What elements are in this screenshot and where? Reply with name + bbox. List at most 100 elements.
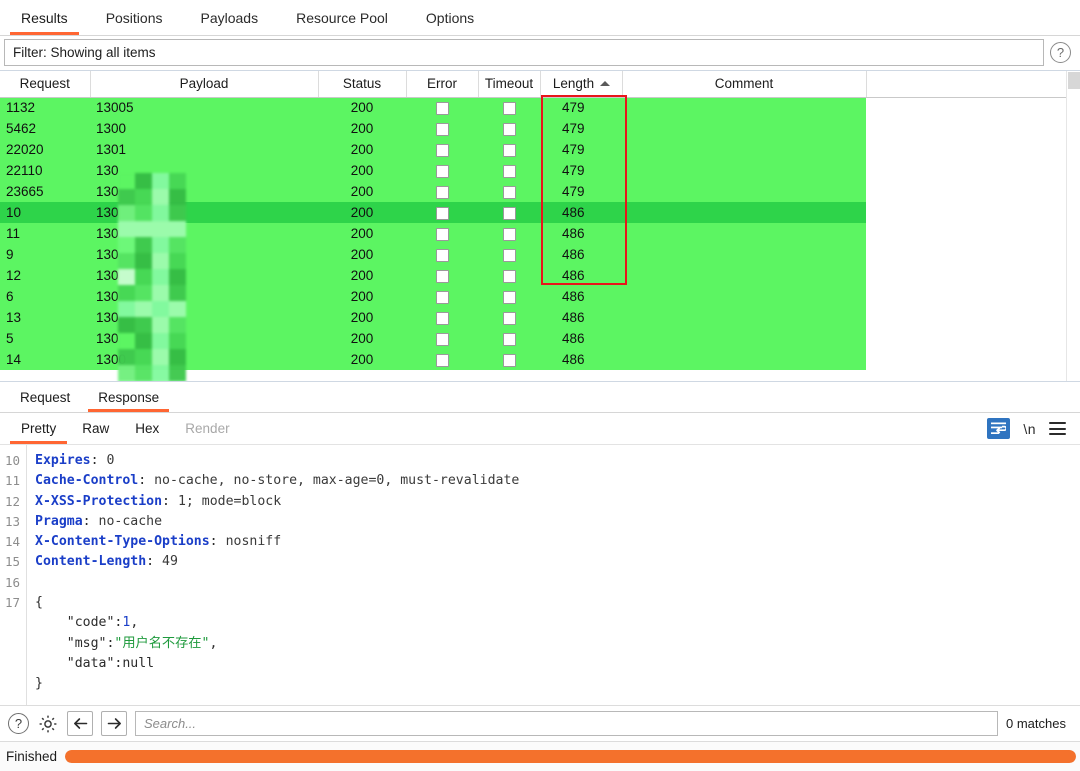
timeout-checkbox[interactable] xyxy=(502,164,516,178)
column-header-filler xyxy=(866,71,1066,98)
table-row[interactable]: 22020 1301 200 479 xyxy=(0,139,1066,160)
view-icon-group: \n xyxy=(987,413,1080,444)
column-header-length[interactable]: Length xyxy=(540,71,623,98)
column-header-timeout[interactable]: Timeout xyxy=(478,71,541,98)
filter-row: Filter: Showing all items ? xyxy=(0,36,1080,70)
tab-payloads[interactable]: Payloads xyxy=(182,0,278,35)
newline-icon[interactable]: \n xyxy=(1023,421,1036,437)
cell-filler xyxy=(866,139,1066,160)
timeout-checkbox[interactable] xyxy=(502,290,516,304)
timeout-checkbox[interactable] xyxy=(502,122,516,136)
tab-resource-pool-label: Resource Pool xyxy=(296,9,388,26)
table-row[interactable]: 5462 1300 200 479 xyxy=(0,118,1066,139)
tab-resource-pool[interactable]: Resource Pool xyxy=(277,0,407,35)
line-number: 13 xyxy=(4,513,20,529)
error-checkbox[interactable] xyxy=(435,332,449,346)
response-body-pane[interactable]: 10 11 12 13 14 15 16 17 Expires: 0 Cache-Control… xyxy=(0,445,1080,705)
error-checkbox[interactable] xyxy=(435,290,449,304)
cell-filler xyxy=(866,307,1066,328)
timeout-checkbox[interactable] xyxy=(502,248,516,262)
error-checkbox[interactable] xyxy=(435,164,449,178)
search-next-button[interactable] xyxy=(101,711,127,736)
column-header-error-label: Error xyxy=(427,76,457,92)
line-number: 11 xyxy=(4,473,20,489)
table-row[interactable]: 11 130 200 486 xyxy=(0,223,1066,244)
cell-request: 5462 xyxy=(0,118,90,139)
table-row[interactable]: 1132 13005 200 479 xyxy=(0,97,1066,118)
timeout-checkbox[interactable] xyxy=(502,185,516,199)
cell-payload: 130 xyxy=(90,181,318,202)
hamburger-menu-icon[interactable] xyxy=(1049,422,1066,435)
tab-hex[interactable]: Hex xyxy=(122,413,172,444)
error-checkbox[interactable] xyxy=(435,143,449,157)
results-table-scrollbar-thumb[interactable] xyxy=(1068,72,1080,89)
timeout-checkbox[interactable] xyxy=(502,227,516,241)
table-row[interactable]: 9 130 200 486 xyxy=(0,244,1066,265)
timeout-checkbox[interactable] xyxy=(502,269,516,283)
cell-comment xyxy=(622,97,866,118)
table-row[interactable]: 14 1300 200 486 xyxy=(0,349,1066,370)
tab-positions[interactable]: Positions xyxy=(87,0,182,35)
cell-status: 200 xyxy=(318,307,406,328)
table-row[interactable]: 23665 130 200 479 xyxy=(0,181,1066,202)
column-header-request[interactable]: Request xyxy=(0,71,91,98)
status-bar: Finished xyxy=(0,741,1080,771)
timeout-checkbox[interactable] xyxy=(502,206,516,220)
error-checkbox[interactable] xyxy=(435,353,449,367)
tab-pretty-label: Pretty xyxy=(21,421,57,436)
timeout-checkbox[interactable] xyxy=(502,332,516,346)
tab-results[interactable]: Results xyxy=(2,0,87,35)
tab-pretty[interactable]: Pretty xyxy=(8,413,69,444)
table-row[interactable]: 10 130 200 486 xyxy=(0,202,1066,223)
cell-status: 200 xyxy=(318,118,406,139)
cell-status: 200 xyxy=(318,97,406,118)
timeout-checkbox[interactable] xyxy=(502,143,516,157)
table-row[interactable]: 5 130 200 486 xyxy=(0,328,1066,349)
word-wrap-icon[interactable] xyxy=(987,418,1011,439)
timeout-checkbox[interactable] xyxy=(502,353,516,367)
attack-progress-bar xyxy=(65,750,1076,763)
error-checkbox[interactable] xyxy=(435,102,449,116)
column-header-error[interactable]: Error xyxy=(406,71,479,98)
cell-length: 479 xyxy=(540,139,622,160)
question-circle-icon[interactable]: ? xyxy=(8,713,29,734)
cell-filler xyxy=(866,328,1066,349)
timeout-checkbox[interactable] xyxy=(502,311,516,325)
error-checkbox[interactable] xyxy=(435,206,449,220)
gear-icon[interactable] xyxy=(37,713,59,735)
cell-status: 200 xyxy=(318,286,406,307)
error-checkbox[interactable] xyxy=(435,227,449,241)
cell-error xyxy=(406,118,478,139)
column-header-status[interactable]: Status xyxy=(318,71,407,98)
tab-raw[interactable]: Raw xyxy=(69,413,122,444)
message-tab-bar: Request Response xyxy=(0,382,1080,413)
error-checkbox[interactable] xyxy=(435,311,449,325)
search-match-count: 0 matches xyxy=(1006,716,1066,731)
table-row[interactable]: 6 130 200 486 xyxy=(0,286,1066,307)
table-row[interactable]: 12 130 200 486 xyxy=(0,265,1066,286)
column-header-comment[interactable]: Comment xyxy=(622,71,867,98)
column-header-payload[interactable]: Payload xyxy=(90,71,319,98)
tab-options[interactable]: Options xyxy=(407,0,493,35)
cell-timeout xyxy=(478,349,540,370)
tab-request[interactable]: Request xyxy=(6,382,84,412)
error-checkbox[interactable] xyxy=(435,185,449,199)
error-checkbox[interactable] xyxy=(435,248,449,262)
results-table-scrollbar[interactable] xyxy=(1066,71,1080,381)
table-row[interactable]: 13 130 200 486 xyxy=(0,307,1066,328)
timeout-checkbox[interactable] xyxy=(502,102,516,116)
response-code-area[interactable]: Expires: 0 Cache-Control: no-cache, no-st… xyxy=(27,445,1080,705)
question-circle-icon[interactable]: ? xyxy=(1050,42,1071,63)
cell-timeout xyxy=(478,244,540,265)
error-checkbox[interactable] xyxy=(435,122,449,136)
filter-bar[interactable]: Filter: Showing all items xyxy=(4,39,1044,66)
cell-request: 13 xyxy=(0,307,90,328)
results-table-body: 1132 13005 200 479 5462 1300 200 479 22020 1301 20… xyxy=(0,97,1066,370)
table-row[interactable]: 22110 130 200 479 xyxy=(0,160,1066,181)
column-header-status-label: Status xyxy=(342,76,382,92)
search-input[interactable]: Search... xyxy=(135,711,999,736)
error-checkbox[interactable] xyxy=(435,269,449,283)
cell-request: 22110 xyxy=(0,160,90,181)
tab-response[interactable]: Response xyxy=(84,382,173,412)
search-previous-button[interactable] xyxy=(67,711,93,736)
